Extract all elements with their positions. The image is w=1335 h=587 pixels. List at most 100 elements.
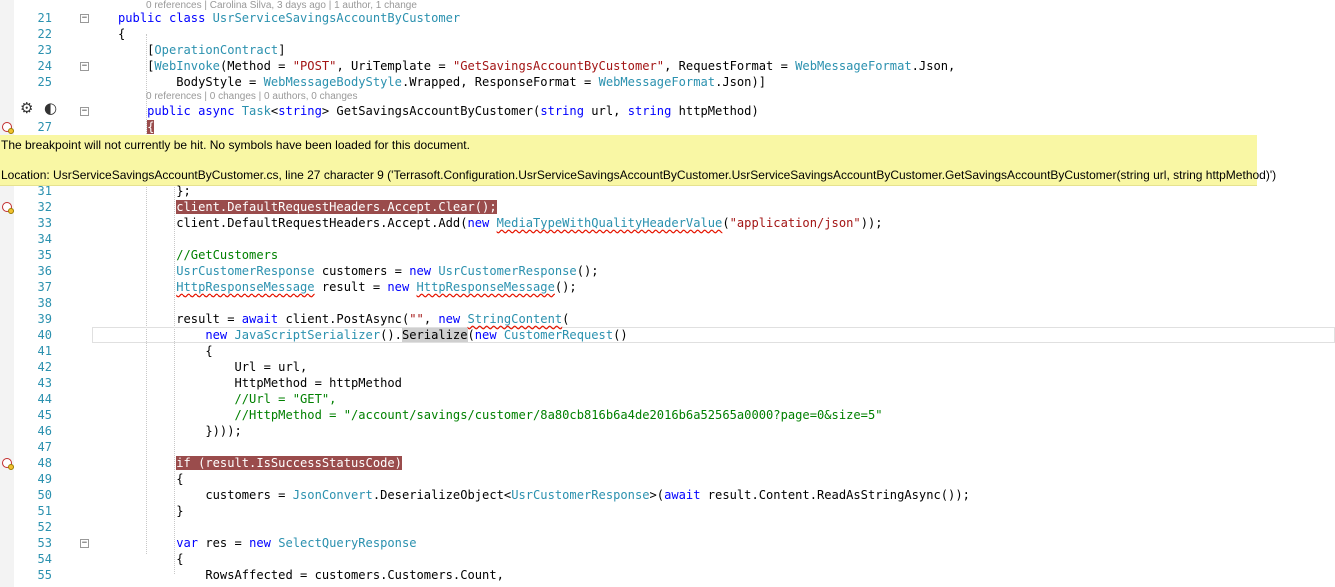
code-line[interactable]: 49 { bbox=[0, 471, 1335, 487]
line-number: 35 bbox=[37, 248, 52, 262]
breakpoint-warning-icon[interactable] bbox=[2, 122, 14, 134]
code-text: { bbox=[118, 344, 213, 358]
line-number: 49 bbox=[37, 472, 52, 486]
line-number: 23 bbox=[37, 43, 52, 57]
code-text: } bbox=[118, 504, 184, 518]
breakpoint-warning-icon[interactable] bbox=[2, 202, 14, 214]
line-number: 37 bbox=[37, 280, 52, 294]
code-text: var res = new SelectQueryResponse bbox=[176, 536, 417, 550]
code-comment: //GetCustomers bbox=[118, 248, 279, 262]
line-number: 32 bbox=[37, 200, 52, 214]
code-line[interactable]: 40 new JavaScriptSerializer().Serialize(… bbox=[0, 327, 1335, 343]
code-line[interactable]: 31 }; bbox=[0, 183, 1335, 199]
line-number: 44 bbox=[37, 392, 52, 406]
code-line[interactable]: 43 HttpMethod = httpMethod bbox=[0, 375, 1335, 391]
line-number: 43 bbox=[37, 376, 52, 390]
code-line[interactable]: 35 //GetCustomers bbox=[0, 247, 1335, 263]
code-text: BodyStyle = WebMessageBodyStyle.Wrapped,… bbox=[118, 75, 767, 89]
line-number: 48 bbox=[37, 456, 52, 470]
line-number: 38 bbox=[37, 296, 52, 310]
line-number: 36 bbox=[37, 264, 52, 278]
line-number: 42 bbox=[37, 360, 52, 374]
collapse-icon[interactable]: − bbox=[80, 62, 89, 71]
code-line[interactable]: 52 bbox=[0, 519, 1335, 535]
code-text: { bbox=[118, 552, 184, 566]
code-line[interactable]: 37 HttpResponseMessage result = new Http… bbox=[0, 279, 1335, 295]
code-text: public async Task<string> GetSavingsAcco… bbox=[147, 104, 759, 118]
line-number: 47 bbox=[37, 440, 52, 454]
code-text: { bbox=[147, 120, 155, 134]
line-number: 27 bbox=[37, 120, 52, 134]
code-line[interactable]: − public async Task<string> GetSavingsAc… bbox=[0, 103, 1335, 119]
line-number: 22 bbox=[37, 27, 52, 41]
line-number: 40 bbox=[37, 328, 52, 342]
collapse-icon[interactable]: − bbox=[80, 539, 89, 548]
line-number: 53 bbox=[37, 536, 52, 550]
line-number: 50 bbox=[37, 488, 52, 502]
code-text: { bbox=[118, 472, 184, 486]
code-text: [WebInvoke(Method = "POST", UriTemplate … bbox=[118, 59, 956, 73]
code-text: new JavaScriptSerializer().Serialize(new… bbox=[205, 328, 628, 342]
line-number: 34 bbox=[37, 232, 52, 246]
code-text: customers = JsonConvert.DeserializeObjec… bbox=[118, 488, 970, 502]
line-number: 55 bbox=[37, 568, 52, 582]
line-number: 45 bbox=[37, 408, 52, 422]
code-line[interactable]: 54 { bbox=[0, 551, 1335, 567]
code-comment: //Url = "GET", bbox=[118, 392, 337, 406]
code-text: client.DefaultRequestHeaders.Accept.Add(… bbox=[118, 216, 883, 230]
line-number: 21 bbox=[37, 11, 52, 25]
line-number: 24 bbox=[37, 59, 52, 73]
code-line[interactable]: 34 bbox=[0, 231, 1335, 247]
code-line[interactable]: 27 { bbox=[0, 119, 1335, 135]
code-line[interactable]: 53 − var res = new SelectQueryResponse bbox=[0, 535, 1335, 551]
code-line[interactable]: 23 [OperationContract] bbox=[0, 42, 1335, 58]
code-line[interactable]: 33 client.DefaultRequestHeaders.Accept.A… bbox=[0, 215, 1335, 231]
line-number: 41 bbox=[37, 344, 52, 358]
code-text: result = await client.PostAsync("", new … bbox=[118, 312, 570, 326]
code-text: UsrCustomerResponse customers = new UsrC… bbox=[176, 264, 599, 278]
code-text: HttpMethod = httpMethod bbox=[118, 376, 402, 390]
code-line[interactable]: 36 UsrCustomerResponse customers = new U… bbox=[0, 263, 1335, 279]
code-line[interactable]: 41 { bbox=[0, 343, 1335, 359]
code-line[interactable]: 51 } bbox=[0, 503, 1335, 519]
code-text: }))); bbox=[118, 424, 242, 438]
collapse-icon[interactable]: − bbox=[80, 107, 89, 116]
code-line[interactable]: 45 //HttpMethod = "/account/savings/cust… bbox=[0, 407, 1335, 423]
code-text: Url = url, bbox=[118, 360, 308, 374]
code-text: [OperationContract] bbox=[118, 43, 286, 57]
line-number: 25 bbox=[37, 75, 52, 89]
code-line[interactable]: 42 Url = url, bbox=[0, 359, 1335, 375]
line-number: 54 bbox=[37, 552, 52, 566]
breakpoint-warning-icon[interactable] bbox=[2, 458, 14, 470]
code-line[interactable]: 39 result = await client.PostAsync("", n… bbox=[0, 311, 1335, 327]
code-line[interactable]: 22 { bbox=[0, 26, 1335, 42]
code-line[interactable]: 44 //Url = "GET", bbox=[0, 391, 1335, 407]
code-comment: //HttpMethod = "/account/savings/custome… bbox=[118, 408, 883, 422]
collapse-icon[interactable]: − bbox=[80, 14, 89, 23]
code-line[interactable]: 50 customers = JsonConvert.DeserializeOb… bbox=[0, 487, 1335, 503]
line-number: 39 bbox=[37, 312, 52, 326]
line-number: 33 bbox=[37, 216, 52, 230]
code-line[interactable]: 32 client.DefaultRequestHeaders.Accept.C… bbox=[0, 199, 1335, 215]
code-text: client.DefaultRequestHeaders.Accept.Clea… bbox=[176, 200, 497, 214]
codelens-method[interactable]: 0 references | 0 changes | 0 authors, 0 … bbox=[146, 91, 357, 102]
code-line[interactable]: 38 bbox=[0, 295, 1335, 311]
code-line[interactable]: 47 bbox=[0, 439, 1335, 455]
code-line[interactable]: 48 if (result.IsSuccessStatusCode) bbox=[0, 455, 1335, 471]
code-line[interactable]: 21 − public class UsrServiceSavingsAccou… bbox=[0, 10, 1335, 26]
code-line[interactable]: 55 RowsAffected = customers.Customers.Co… bbox=[0, 567, 1335, 583]
code-text: { bbox=[118, 27, 126, 41]
line-number: 52 bbox=[37, 520, 52, 534]
tooltip-location: Location: UsrServiceSavingsAccountByCust… bbox=[1, 168, 1277, 182]
tooltip-message: The breakpoint will not currently be hit… bbox=[1, 138, 470, 152]
breakpoint-tooltip: The breakpoint will not currently be hit… bbox=[0, 135, 1276, 186]
line-number: 46 bbox=[37, 424, 52, 438]
code-text: RowsAffected = customers.Customers.Count… bbox=[118, 568, 504, 582]
code-text: }; bbox=[118, 184, 191, 198]
code-line[interactable]: 46 }))); bbox=[0, 423, 1335, 439]
code-text: HttpResponseMessage result = new HttpRes… bbox=[176, 280, 577, 294]
line-number: 31 bbox=[37, 184, 52, 198]
code-line[interactable]: 25 BodyStyle = WebMessageBodyStyle.Wrapp… bbox=[0, 74, 1335, 90]
code-line[interactable]: 24 − [WebInvoke(Method = "POST", UriTemp… bbox=[0, 58, 1335, 74]
code-text: public class UsrServiceSavingsAccountByC… bbox=[118, 11, 461, 25]
